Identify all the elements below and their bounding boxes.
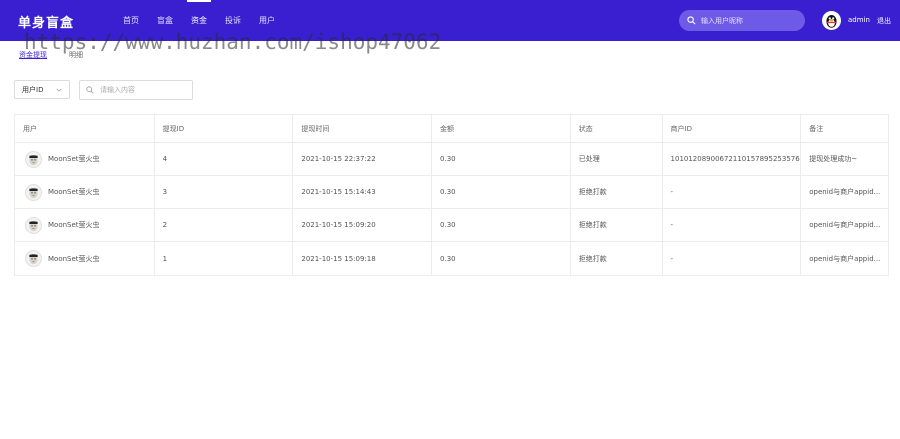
- filter-field-select[interactable]: 用户ID: [14, 80, 70, 99]
- cell-merchant-id: -: [663, 209, 802, 241]
- cell-note: 提现处理成功~: [809, 155, 858, 163]
- brand-logo: 单身盲盒: [18, 16, 75, 31]
- cell-user: MoonSet萤火虫: [15, 143, 155, 175]
- cell-merchant-id: -: [663, 176, 802, 208]
- breadcrumb: 资金提现 明细: [19, 50, 83, 60]
- table-row[interactable]: MoonSet萤火虫 2 2021-10-15 15:09:20 0.30 拒绝打款 - o…: [15, 209, 888, 242]
- cell-status: 拒绝打款: [571, 209, 663, 241]
- cell-time: 2021-10-15 15:09:18: [293, 242, 433, 275]
- table-row[interactable]: MoonSet萤火虫 3 2021-10-15 15:14:43 0.30 拒绝打款 - o…: [15, 176, 888, 209]
- column-header-user[interactable]: 用户: [15, 115, 155, 142]
- cell-amount: 0.30: [432, 242, 571, 275]
- breadcrumb-link[interactable]: 资金提现: [19, 50, 47, 60]
- column-header-merchant[interactable]: 商户ID: [663, 115, 802, 142]
- filter-search-input[interactable]: [100, 86, 190, 94]
- user-face-icon: [25, 250, 42, 267]
- chevron-down-icon: [56, 88, 62, 92]
- cell-note: openid与商户appid...: [809, 221, 881, 229]
- cell-user: MoonSet萤火虫: [15, 176, 155, 208]
- column-header-note[interactable]: 备注: [801, 115, 888, 142]
- watermark-text: https://www.huzhan.com/ishop47062: [24, 30, 442, 54]
- admin-username: admin: [848, 16, 870, 24]
- cell-note: openid与商户appid...: [809, 254, 881, 263]
- logout-link[interactable]: 退出: [877, 16, 891, 26]
- column-header-time[interactable]: 提现时间: [293, 115, 433, 142]
- cell-time: 2021-10-15 15:14:43: [293, 176, 433, 208]
- cell-amount: 0.30: [432, 209, 571, 241]
- cell-id: 3: [155, 176, 294, 208]
- search-icon: [86, 86, 94, 94]
- column-header-id[interactable]: 提现ID: [155, 115, 294, 142]
- cell-time: 2021-10-15 15:09:20: [293, 209, 433, 241]
- cell-status: 已处理: [571, 143, 663, 175]
- table-row[interactable]: MoonSet萤火虫 1 2021-10-15 15:09:18 0.30 拒绝打款 - o…: [15, 242, 888, 275]
- column-header-status[interactable]: 状态: [571, 115, 663, 142]
- user-nickname: MoonSet萤火虫: [48, 188, 100, 196]
- cell-merchant-id: -: [663, 242, 802, 275]
- cell-merchant-id: 1010120890067211015789525357​69...: [663, 143, 802, 175]
- table-header-row: 用户 提现ID 提现时间 金额 状态 商户ID 备注: [15, 115, 888, 143]
- qq-penguin-icon: [826, 14, 837, 28]
- user-face-icon: [25, 216, 42, 234]
- search-icon: [687, 16, 696, 25]
- cell-amount: 0.30: [432, 176, 571, 208]
- table-row[interactable]: MoonSet萤火虫 4 2021-10-15 22:37:22 0.30 已处理 101…: [15, 143, 888, 176]
- user-search-input[interactable]: [701, 16, 796, 25]
- filter-search-box[interactable]: [79, 80, 193, 100]
- cell-note: openid与商户appid...: [809, 188, 881, 196]
- column-header-amount[interactable]: 金额: [432, 115, 571, 142]
- user-nickname: MoonSet萤火虫: [48, 155, 100, 163]
- cell-amount: 0.30: [432, 143, 571, 175]
- user-face-icon: [25, 150, 42, 168]
- cell-status: 拒绝打款: [571, 176, 663, 208]
- user-search[interactable]: [679, 10, 805, 31]
- cell-status: 拒绝打款: [571, 242, 663, 275]
- filter-select-value: 用户ID: [22, 85, 44, 94]
- cell-user: MoonSet萤火虫: [15, 209, 155, 241]
- user-nickname: MoonSet萤火虫: [48, 254, 100, 263]
- cell-id: 4: [155, 143, 294, 175]
- user-face-icon: [25, 183, 42, 201]
- cell-id: 2: [155, 209, 294, 241]
- cell-time: 2021-10-15 22:37:22: [293, 143, 433, 175]
- user-nickname: MoonSet萤火虫: [48, 221, 100, 229]
- breadcrumb-current: 明细: [69, 51, 83, 59]
- cell-user: MoonSet萤火虫: [15, 242, 155, 275]
- withdrawal-table: 用户 提现ID 提现时间 金额 状态 商户ID 备注 MoonSet萤火虫 4 20…: [14, 114, 889, 276]
- admin-avatar[interactable]: [822, 11, 841, 30]
- cell-id: 1: [155, 242, 294, 275]
